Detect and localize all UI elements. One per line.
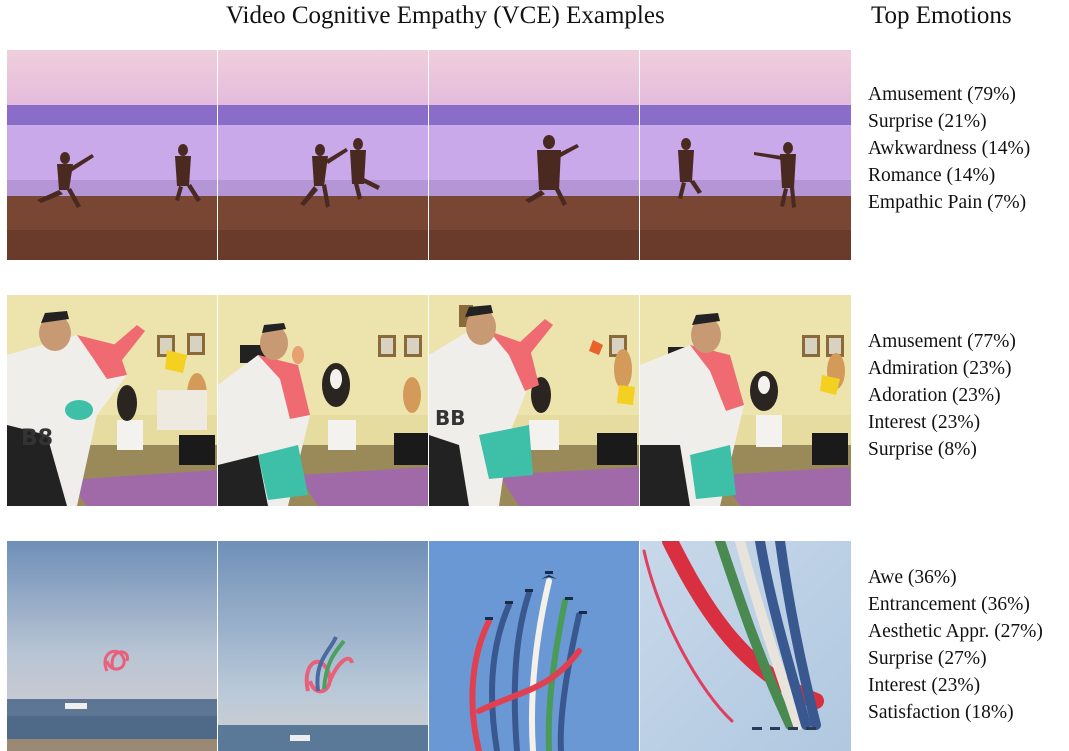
video-frame-jets-4 [640, 541, 851, 751]
example-row-beach [7, 50, 852, 260]
emotion-label: Interest (23%) [868, 674, 981, 696]
video-frame-beach-1 [7, 50, 218, 260]
example-row-dog: B8 BB [7, 295, 852, 506]
svg-text:B8: B8 [21, 426, 53, 451]
emotion-label: Entrancement (36%) [868, 593, 1030, 615]
emotion-label: Interest (23%) [868, 411, 981, 433]
video-frame-dog-2 [218, 295, 429, 506]
emotion-label: Surprise (27%) [868, 647, 987, 669]
emotions-list-dog: Amusement (77%) Admiration (23%) Adorati… [868, 329, 1016, 464]
video-frame-jets-1 [7, 541, 218, 751]
emotions-column-title: Top Emotions [871, 2, 1012, 29]
emotion-label: Awe (36%) [868, 567, 957, 588]
page-title: Video Cognitive Empathy (VCE) Examples [226, 2, 665, 29]
video-frame-beach-2 [218, 50, 429, 260]
video-frame-dog-4 [640, 295, 851, 506]
emotions-list-jets: Awe (36%) Entrancement (36%) Aesthetic A… [868, 565, 1043, 726]
video-frame-dog-1: B8 [7, 295, 218, 506]
video-frame-jets-2 [218, 541, 429, 751]
emotion-label: Romance (14%) [868, 164, 996, 186]
video-frame-jets-3 [429, 541, 640, 751]
emotion-label: Admiration (23%) [868, 357, 1012, 379]
emotions-list-beach: Amusement (79%) Surprise (21%) Awkwardne… [868, 82, 1030, 217]
video-frame-beach-4 [640, 50, 851, 260]
emotion-label: Adoration (23%) [868, 384, 1001, 406]
emotion-label: Satisfaction (18%) [868, 701, 1014, 723]
emotion-label: Surprise (21%) [868, 110, 987, 132]
emotion-label: Surprise (8%) [868, 438, 977, 460]
video-frame-beach-3 [429, 50, 640, 260]
video-frame-dog-3: BB [429, 295, 640, 506]
example-row-jets [7, 541, 852, 751]
emotion-label: Awkwardness (14%) [868, 137, 1031, 159]
svg-text:BB: BB [435, 406, 466, 430]
emotion-label: Aesthetic Appr. (27%) [868, 620, 1043, 642]
emotion-label: Amusement (79%) [868, 84, 1016, 105]
emotion-label: Empathic Pain (7%) [868, 191, 1027, 213]
emotion-label: Amusement (77%) [868, 331, 1016, 352]
